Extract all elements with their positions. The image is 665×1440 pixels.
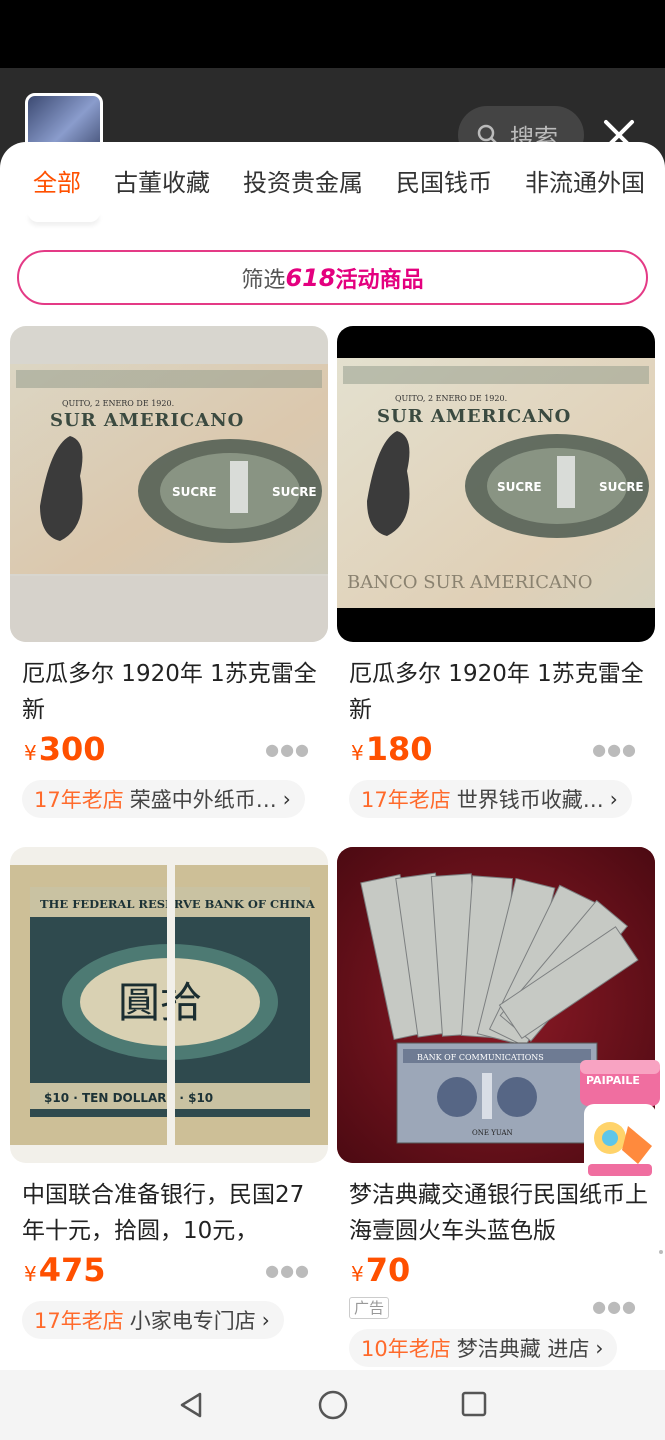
banknote-city-text: QUITO, 2 ENERO DE 1920. (62, 399, 174, 408)
shop-age: 17年老店 (34, 788, 124, 812)
tab-roc-currency[interactable]: 民国钱币 (396, 160, 492, 208)
shop-name: 荣盛中外纸币… (129, 788, 277, 812)
product-title[interactable]: 中国联合准备银行，民国27年十元，拾圆，10元， (10, 1177, 328, 1251)
banknote-denomination: SUCRE (172, 485, 217, 499)
currency-symbol: ¥ (351, 1262, 364, 1286)
chevron-right-icon: › (595, 1336, 604, 1360)
product-card[interactable]: QUITO, 2 ENERO DE 1920. SUR AMERICANO SU… (10, 326, 328, 818)
product-card[interactable]: QUITO, 2 ENERO DE 1920. SUR AMERICANO SU… (337, 326, 655, 818)
product-title[interactable]: 梦洁典藏交通银行民国纸币上海壹圆火车头蓝色版 (337, 1177, 655, 1251)
more-options-icon[interactable]: ●●● (265, 740, 310, 759)
product-price: 70 (365, 1251, 411, 1289)
banknote-value-text: ONE YUAN (472, 1129, 513, 1137)
promo-text: 活动商品 (335, 267, 424, 293)
banknote-denomination: 圓拾 (118, 978, 202, 1027)
system-nav-bar (0, 1370, 665, 1440)
product-title[interactable]: 厄瓜多尔 1920年 1苏克雷全新 (337, 656, 655, 730)
price-row: ¥ 300 ●●● (10, 730, 328, 774)
banknote-footer-text: BANCO SUR AMERICANO (347, 572, 593, 593)
category-sheet: 全部 古董收藏 投资贵金属 民国钱币 非流通外国 筛选 618 活动商品 QUI… (0, 142, 665, 1370)
price-row: ¥ 475 ●●● (10, 1251, 328, 1295)
more-options-icon[interactable]: ●●● (592, 1297, 637, 1316)
product-image[interactable]: THE FEDERAL RESERVE BANK OF CHINA 圓拾 $10… (10, 847, 328, 1163)
promo-filter-button[interactable]: 筛选 618 活动商品 (17, 250, 648, 305)
tab-shadow (28, 212, 100, 222)
chevron-right-icon: › (282, 787, 291, 811)
tab-all[interactable]: 全部 (33, 160, 81, 208)
promo-number: 618 (285, 263, 336, 292)
price-row: ¥ 70 (337, 1251, 655, 1295)
price-row: ¥ 180 ●●● (337, 730, 655, 774)
ecuador-banknote-image: QUITO, 2 ENERO DE 1920. SUR AMERICANO SU… (10, 326, 328, 642)
filter-prefix: 筛选 (241, 267, 286, 293)
chevron-right-icon: › (609, 787, 618, 811)
home-icon[interactable] (316, 1388, 350, 1422)
banknote-denomination: SUCRE (497, 480, 542, 494)
status-bar (0, 0, 665, 68)
back-icon[interactable] (176, 1390, 206, 1420)
more-options-icon[interactable]: ●●● (592, 740, 637, 759)
banknote-bank-text: BANK OF COMMUNICATIONS (417, 1053, 544, 1062)
ad-badge: 广告 (349, 1297, 390, 1319)
shop-name: 梦洁典藏 进店 (456, 1337, 590, 1361)
currency-symbol: ¥ (24, 1262, 37, 1286)
scrollbar-thumb[interactable] (659, 1250, 663, 1254)
shop-age: 17年老店 (361, 788, 451, 812)
banknote-denomination-right: SUCRE (272, 485, 317, 499)
shop-link[interactable]: 17年老店 小家电专门店 › (22, 1301, 284, 1339)
product-image[interactable]: QUITO, 2 ENERO DE 1920. SUR AMERICANO SU… (10, 326, 328, 642)
product-title[interactable]: 厄瓜多尔 1920年 1苏克雷全新 (10, 656, 328, 730)
shop-name: 小家电专门店 (129, 1309, 256, 1333)
recent-apps-icon[interactable] (460, 1390, 488, 1418)
shop-age: 17年老店 (34, 1309, 124, 1333)
banknote-bank-text: THE FEDERAL RESERVE BANK OF CHINA (40, 897, 316, 911)
float-badge-text: PAIPAILE (586, 1074, 640, 1087)
shop-link[interactable]: 17年老店 世界钱币收藏… › (349, 780, 632, 818)
banknote-bank-text: SUR AMERICANO (50, 410, 244, 431)
shop-age: 10年老店 (361, 1337, 451, 1361)
banknote-city-text: QUITO, 2 ENERO DE 1920. (395, 394, 507, 403)
tab-antiques[interactable]: 古董收藏 (114, 160, 210, 208)
category-tabs: 全部 古董收藏 投资贵金属 民国钱币 非流通外国 (0, 160, 665, 208)
floating-promo-badge[interactable]: PAIPAILE (578, 1046, 662, 1186)
banknote-bank-text: SUR AMERICANO (377, 406, 571, 427)
more-options-icon[interactable]: ●●● (265, 1261, 310, 1280)
shop-name: 世界钱币收藏… (456, 788, 604, 812)
shop-link[interactable]: 10年老店 梦洁典藏 进店 › (349, 1329, 618, 1367)
product-price: 475 (38, 1251, 106, 1289)
banknote-value-text: $10 · TEN DOLLARS · $10 (44, 1091, 213, 1105)
chevron-right-icon: › (261, 1308, 270, 1332)
ad-row: 广告 ●●● (337, 1295, 655, 1321)
china-banknote-image: THE FEDERAL RESERVE BANK OF CHINA 圓拾 $10… (10, 847, 328, 1163)
tab-precious-metals[interactable]: 投资贵金属 (243, 160, 363, 208)
banknote-denomination-right: SUCRE (599, 480, 644, 494)
product-price: 180 (365, 730, 433, 768)
ecuador-banknote-image: QUITO, 2 ENERO DE 1920. SUR AMERICANO SU… (337, 326, 655, 642)
shop-link[interactable]: 17年老店 荣盛中外纸币… › (22, 780, 305, 818)
product-image[interactable]: QUITO, 2 ENERO DE 1920. SUR AMERICANO SU… (337, 326, 655, 642)
currency-symbol: ¥ (24, 741, 37, 765)
tab-foreign-noncirculating[interactable]: 非流通外国 (525, 160, 645, 208)
currency-symbol: ¥ (351, 741, 364, 765)
product-card[interactable]: THE FEDERAL RESERVE BANK OF CHINA 圓拾 $10… (10, 847, 328, 1339)
product-price: 300 (38, 730, 106, 768)
